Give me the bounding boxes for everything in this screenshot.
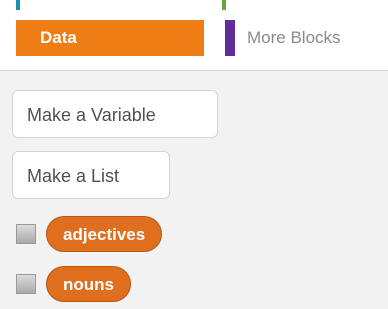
more-blocks-color-swatch: [225, 20, 235, 56]
category-bar: Data More Blocks: [0, 0, 388, 71]
variable-show-checkbox[interactable]: [16, 274, 36, 294]
block-palette: Make a Variable Make a List adjectives n…: [0, 71, 388, 309]
category-strip-top-left[interactable]: [16, 0, 20, 10]
category-data-label: Data: [40, 28, 77, 47]
category-more-blocks-label: More Blocks: [247, 28, 341, 47]
variable-show-checkbox[interactable]: [16, 224, 36, 244]
make-variable-button[interactable]: Make a Variable: [12, 90, 218, 138]
category-more-blocks[interactable]: More Blocks: [225, 20, 341, 56]
variable-reporter-block[interactable]: nouns: [46, 266, 131, 302]
blocks-panel: Data More Blocks Make a Variable Make a …: [0, 0, 388, 309]
variable-reporter-block[interactable]: adjectives: [46, 216, 163, 252]
category-data[interactable]: Data: [16, 20, 204, 56]
variable-row-nouns: nouns: [16, 265, 131, 303]
variable-row-adjectives: adjectives: [16, 215, 163, 253]
make-list-button[interactable]: Make a List: [12, 151, 170, 199]
category-strip-top-mid[interactable]: [222, 0, 226, 10]
